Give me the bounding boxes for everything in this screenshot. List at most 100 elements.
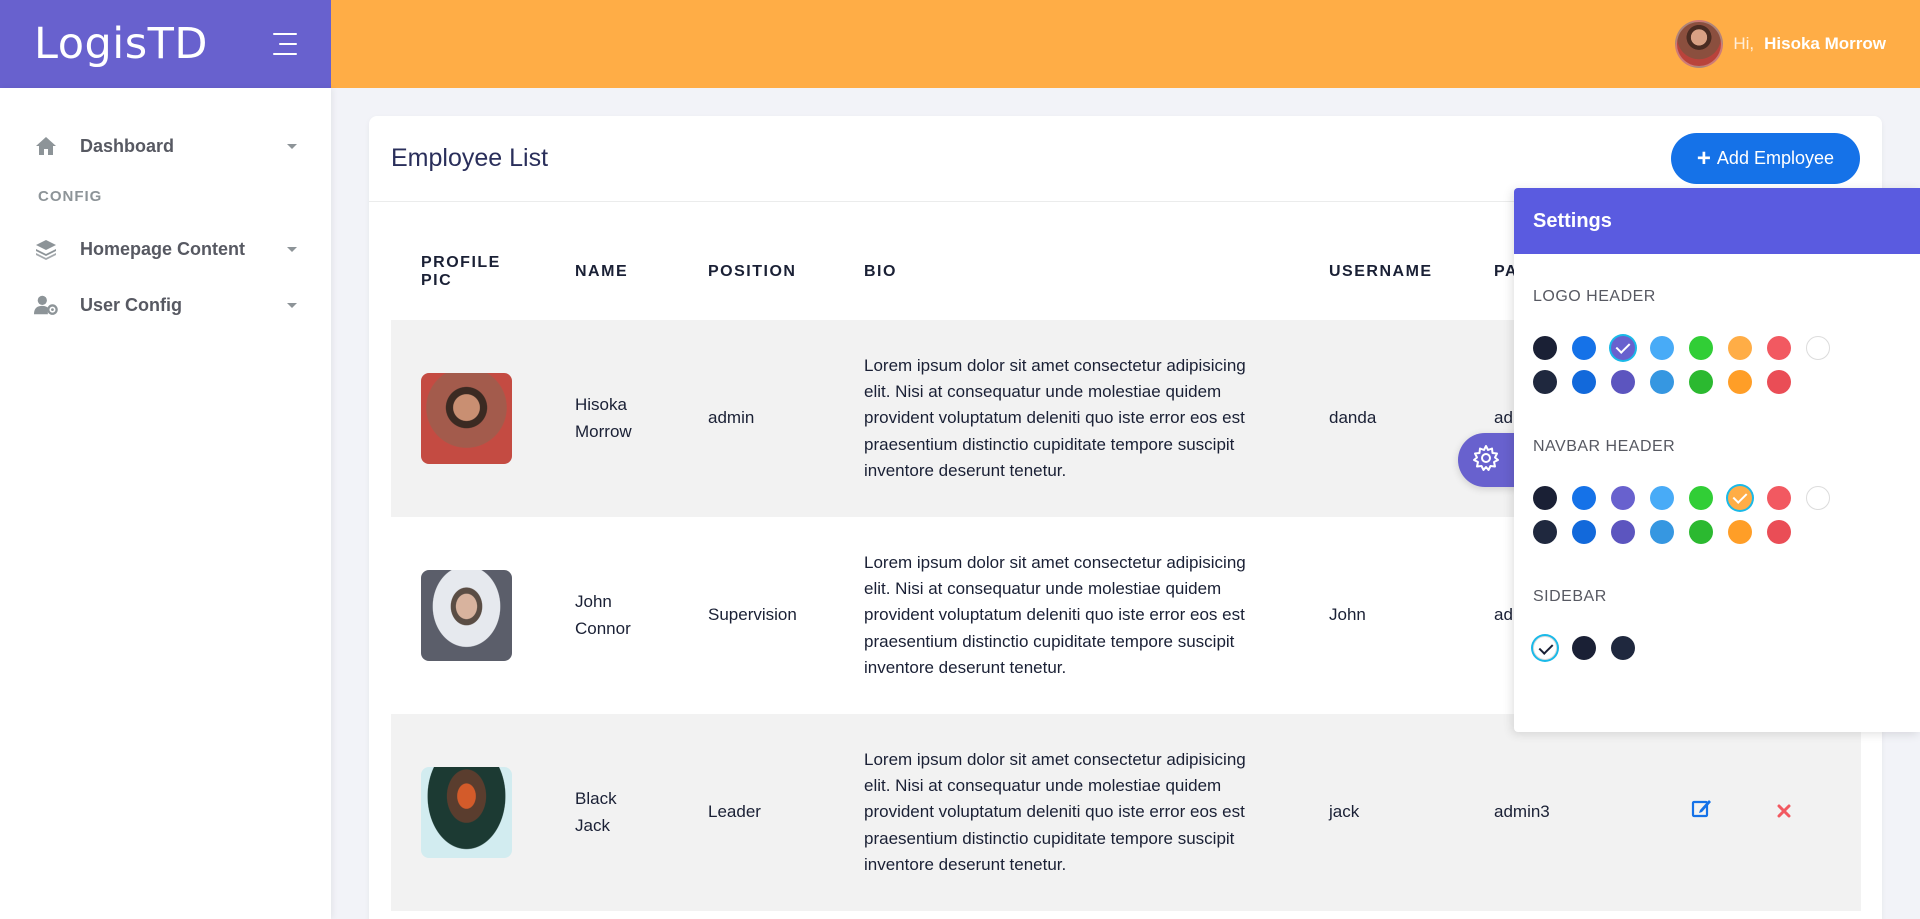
add-employee-button[interactable]: + Add Employee [1670,133,1860,184]
edit-icon[interactable] [1691,799,1713,824]
settings-title: Settings [1514,188,1920,254]
bio-cell: Lorem ipsum dolor sit amet consectetur a… [834,320,1299,517]
column-header: BIO [864,263,897,280]
profile-pic-cell [391,714,545,911]
plus-icon: + [1696,144,1711,172]
profile-pic-cell [391,517,545,714]
color-swatch[interactable] [1728,336,1752,360]
color-swatch[interactable] [1650,370,1674,394]
username-cell: John [1329,605,1366,625]
color-swatch[interactable] [1689,486,1713,510]
position-cell: Leader [678,714,834,911]
username-cell: jack [1299,714,1464,911]
color-swatch[interactable] [1767,370,1791,394]
color-swatch[interactable] [1728,520,1752,544]
sidebar-section-title: CONFIG [38,188,103,205]
color-swatch[interactable] [1611,486,1635,510]
column-header: USERNAME [1329,263,1433,280]
color-swatch[interactable] [1728,486,1752,510]
sidebar-item-user-config[interactable]: User Config [0,277,331,333]
position-cell: admin [678,320,834,517]
password-cell: admin3 [1464,714,1661,911]
logo-header-section-title: LOGO HEADER [1533,288,1656,305]
color-swatch[interactable] [1767,486,1791,510]
swatch-row [1533,520,1830,544]
color-swatch[interactable] [1533,520,1557,544]
navbar: Hi, Hisoka Morrow [331,0,1920,88]
name-cell: Black Jack [545,714,678,911]
column-header: POSITION [708,263,797,280]
color-swatch[interactable] [1728,370,1752,394]
navbar-header-section-title: NAVBAR HEADER [1533,438,1676,455]
column-header: NAME [575,263,629,280]
swatch-row [1533,370,1830,394]
color-swatch[interactable] [1572,336,1596,360]
logo-header-swatches [1533,336,1830,394]
navbar-header-swatches [1533,486,1830,544]
avatar [1675,20,1724,68]
sidebar-swatches [1533,636,1635,660]
bio-cell: Lorem ipsum dolor sit amet consectetur a… [834,714,1299,911]
add-employee-label: Add Employee [1716,148,1834,168]
caret-down-icon [287,143,297,149]
sidebar: Dashboard CONFIG Homepage Content User C… [0,88,331,919]
user-gear-icon [34,293,58,317]
swatch-row [1533,636,1635,660]
settings-panel: Settings LOGO HEADER NAVBAR HEADER SIDEB… [1514,188,1920,732]
sidebar-item-dashboard[interactable]: Dashboard [0,118,331,174]
sidebar-toggle-icon[interactable] [269,33,297,55]
color-swatch[interactable] [1572,520,1596,544]
swatch-row [1533,486,1830,510]
caret-down-icon [287,302,297,308]
color-swatch[interactable] [1533,636,1557,660]
profile-pic [421,373,512,464]
user-name: Hisoka Morrow [1764,34,1886,53]
user-greeting: Hi, [1733,34,1755,53]
name-cell: Hisoka Morrow [545,320,678,517]
color-swatch[interactable] [1611,520,1635,544]
color-swatch[interactable] [1611,370,1635,394]
color-swatch[interactable] [1767,336,1791,360]
position-cell: Supervision [708,605,797,625]
color-swatch[interactable] [1572,636,1596,660]
brand-logo[interactable]: LogisTD [34,19,208,69]
layers-icon [34,237,58,261]
username-cell: danda [1299,320,1464,517]
color-swatch[interactable] [1689,336,1713,360]
delete-cell [1746,714,1861,911]
swatch-row [1533,336,1830,360]
color-swatch[interactable] [1806,486,1830,510]
home-icon [34,134,58,158]
gear-icon [1472,444,1500,477]
edit-cell [1661,714,1746,911]
color-swatch[interactable] [1611,636,1635,660]
page-title: Employee List [391,144,549,172]
sidebar-section-title: SIDEBAR [1533,588,1607,605]
delete-icon[interactable] [1776,799,1792,824]
color-swatch[interactable] [1650,486,1674,510]
table-row: Black Jack Leader Lorem ipsum dolor sit … [391,714,1861,911]
color-swatch[interactable] [1650,336,1674,360]
profile-pic [421,570,512,661]
logo-header: LogisTD [0,0,331,88]
color-swatch[interactable] [1533,336,1557,360]
color-swatch[interactable] [1650,520,1674,544]
color-swatch[interactable] [1572,370,1596,394]
color-swatch[interactable] [1689,370,1713,394]
sidebar-item-label: User Config [80,294,183,315]
color-swatch[interactable] [1767,520,1791,544]
color-swatch[interactable] [1533,486,1557,510]
user-menu[interactable]: Hi, Hisoka Morrow [1675,20,1886,68]
profile-pic-cell [391,320,545,517]
color-swatch[interactable] [1572,486,1596,510]
color-swatch[interactable] [1689,520,1713,544]
column-header: PROFILE PIC [421,254,501,289]
sidebar-item-homepage-content[interactable]: Homepage Content [0,221,331,277]
color-swatch[interactable] [1611,336,1635,360]
sidebar-item-label: Homepage Content [80,238,246,259]
caret-down-icon [287,246,297,252]
color-swatch[interactable] [1533,370,1557,394]
bio-cell: Lorem ipsum dolor sit amet consectetur a… [864,552,1246,678]
sidebar-item-label: Dashboard [80,135,175,156]
color-swatch[interactable] [1806,336,1830,360]
